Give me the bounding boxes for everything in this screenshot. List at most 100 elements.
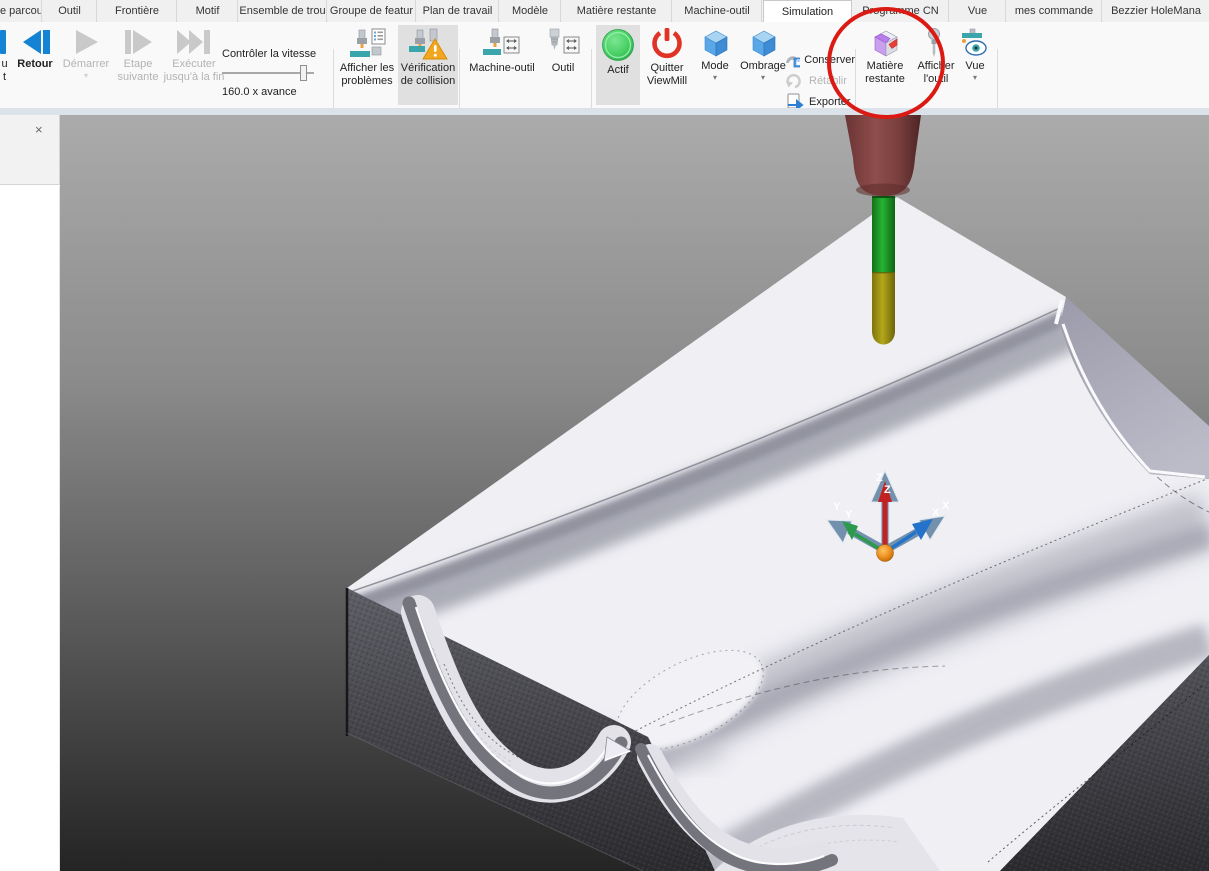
- tab-mes-commande[interactable]: mes commande: [1007, 0, 1102, 22]
- tab-modele[interactable]: Modèle: [500, 0, 561, 22]
- power-off-icon: [649, 27, 685, 61]
- tool-tip: [872, 273, 895, 345]
- actif-label: Actif: [607, 64, 628, 77]
- tab-vue[interactable]: Vue: [950, 0, 1006, 22]
- view-eye-icon: [958, 27, 992, 59]
- tab-bezzier-holemanager[interactable]: Bezzier HoleMana: [1103, 0, 1209, 22]
- demarrer-label: Démarrer: [63, 58, 109, 71]
- afficher-problemes-label-1: Afficher les: [340, 62, 394, 75]
- position-outil-button[interactable]: Outil: [540, 25, 586, 105]
- ombrage-label: Ombrage: [740, 60, 786, 73]
- explorer-panel-body: [0, 186, 60, 871]
- z-axis-label: Z: [876, 472, 883, 484]
- quitter-viewmill-label-2: ViewMill: [647, 75, 687, 88]
- verification-label-2: de collision: [401, 75, 455, 88]
- speed-slider[interactable]: [222, 72, 314, 74]
- ombrage-button[interactable]: Ombrage ▾: [736, 25, 790, 105]
- executer-jusqua-la-fin-button[interactable]: Exécuter jusqu'à la fin: [164, 25, 224, 105]
- explorer-panel-header: ×: [0, 115, 60, 185]
- triad-origin-ball: [877, 545, 894, 562]
- keep-lock-icon: [785, 52, 800, 68]
- matiere-restante-button[interactable]: Matière restante: [858, 25, 912, 105]
- tab-programme-cn[interactable]: Programme CN: [853, 0, 949, 22]
- machine-tool-position-icon: [479, 27, 525, 61]
- ribbon-bottom-strip: [0, 108, 1209, 115]
- afficher-les-problemes-button[interactable]: Afficher les problèmes: [337, 25, 397, 105]
- restore-arrow-icon: [785, 73, 805, 89]
- viewmill-active-green-icon: [600, 27, 636, 63]
- speed-value: 160.0 x avance: [222, 86, 330, 98]
- block-shading-icon: [745, 27, 781, 59]
- etape-suivante-label-2: suivante: [118, 71, 159, 84]
- position-machine-outil-label: Machine-outil: [469, 62, 534, 75]
- tab-outil[interactable]: Outil: [43, 0, 97, 22]
- y-axis-label: Y: [833, 501, 841, 513]
- retour-button[interactable]: Retour: [11, 25, 59, 105]
- exporter-label: Exporter: [809, 96, 851, 108]
- tool-shank: [872, 196, 895, 273]
- vue-dropdown-caret-icon: ▾: [973, 74, 977, 82]
- block-mode-icon: [697, 27, 733, 59]
- tab-frontiere[interactable]: Frontière: [98, 0, 177, 22]
- conserver-label: Conserver: [804, 54, 855, 66]
- demarrer-dropdown-caret-icon: ▾: [84, 72, 88, 80]
- powermill-window: e parcou Outil Frontière Motif Ensemble …: [0, 0, 1209, 871]
- retour-au-debut-label-2: t: [3, 71, 6, 84]
- executer-label-1: Exécuter: [172, 58, 215, 71]
- step-forward-icon: [120, 27, 156, 57]
- x-axis-label: X: [942, 500, 950, 512]
- position-machine-outil-button[interactable]: Machine-outil: [466, 25, 538, 105]
- etape-suivante-label-1: Etape: [124, 58, 153, 71]
- tab-plan-de-travail[interactable]: Plan de travail: [417, 0, 499, 22]
- tab-simulation[interactable]: Simulation: [763, 0, 852, 22]
- ribbon-tabbar: e parcou Outil Frontière Motif Ensemble …: [0, 0, 1209, 22]
- afficher-outil-button[interactable]: Afficher l'outil: [913, 25, 959, 105]
- speed-title: Contrôler la vitesse: [222, 48, 330, 60]
- retablir-label: Rétablir: [809, 75, 847, 87]
- tab-ensemble-de-trous[interactable]: Ensemble de trou: [239, 0, 327, 22]
- tab-groupe-de-features[interactable]: Groupe de featur: [328, 0, 416, 22]
- step-back-icon: [17, 27, 53, 57]
- tab-machine-outil[interactable]: Machine-outil: [673, 0, 762, 22]
- tab-motif[interactable]: Motif: [178, 0, 238, 22]
- collision-check-warning-icon: [408, 27, 448, 61]
- viewmill-actif-button[interactable]: Actif: [596, 25, 640, 105]
- skip-to-start-icon: [0, 27, 9, 57]
- afficher-outil-label-2: l'outil: [924, 73, 949, 86]
- vue-label: Vue: [965, 60, 984, 73]
- ribbon: u t Retour Démarrer ▾ Etape suivante: [0, 22, 1209, 108]
- etape-suivante-button[interactable]: Etape suivante: [112, 25, 164, 105]
- matiere-restante-label-2: restante: [865, 73, 905, 86]
- executer-label-2: jusqu'à la fin: [164, 71, 225, 84]
- tab-parcours[interactable]: e parcou: [0, 0, 42, 22]
- show-problems-icon: [348, 27, 386, 61]
- afficher-problemes-label-2: problèmes: [341, 75, 392, 88]
- x-axis-label-2: X: [932, 507, 940, 519]
- speed-slider-thumb[interactable]: [300, 65, 307, 81]
- mode-label: Mode: [701, 60, 729, 73]
- z-axis-label-2: Z: [884, 484, 891, 496]
- mode-button[interactable]: Mode ▾: [694, 25, 736, 105]
- verification-de-collision-button[interactable]: Vérification de collision: [398, 25, 458, 105]
- demarrer-button[interactable]: Démarrer ▾: [60, 25, 112, 105]
- retablir-button[interactable]: Rétablir: [785, 71, 855, 91]
- retour-label: Retour: [17, 58, 52, 71]
- mode-dropdown-caret-icon: ▾: [713, 74, 717, 82]
- conserver-button[interactable]: Conserver: [785, 50, 855, 70]
- play-icon: [70, 27, 102, 57]
- verification-label-1: Vérification: [401, 62, 455, 75]
- simulation-scene: Z Z Y Y X X: [60, 115, 1209, 871]
- panel-close-button[interactable]: ×: [35, 122, 43, 137]
- viewmill-3d-viewport[interactable]: Z Z Y Y X X: [60, 115, 1209, 871]
- vue-button[interactable]: Vue ▾: [956, 25, 994, 105]
- run-to-end-icon: [174, 27, 214, 57]
- quitter-viewmill-button[interactable]: Quitter ViewMill: [642, 25, 692, 105]
- show-tool-icon: [921, 27, 951, 59]
- retour-au-debut-button[interactable]: u t: [0, 25, 9, 105]
- retour-au-debut-label-1: u: [1, 58, 7, 71]
- tab-matiere-restante[interactable]: Matière restante: [562, 0, 672, 22]
- afficher-outil-label-1: Afficher: [917, 60, 954, 73]
- ombrage-dropdown-caret-icon: ▾: [761, 74, 765, 82]
- quitter-viewmill-label-1: Quitter: [650, 62, 683, 75]
- matiere-restante-label-1: Matière: [867, 60, 904, 73]
